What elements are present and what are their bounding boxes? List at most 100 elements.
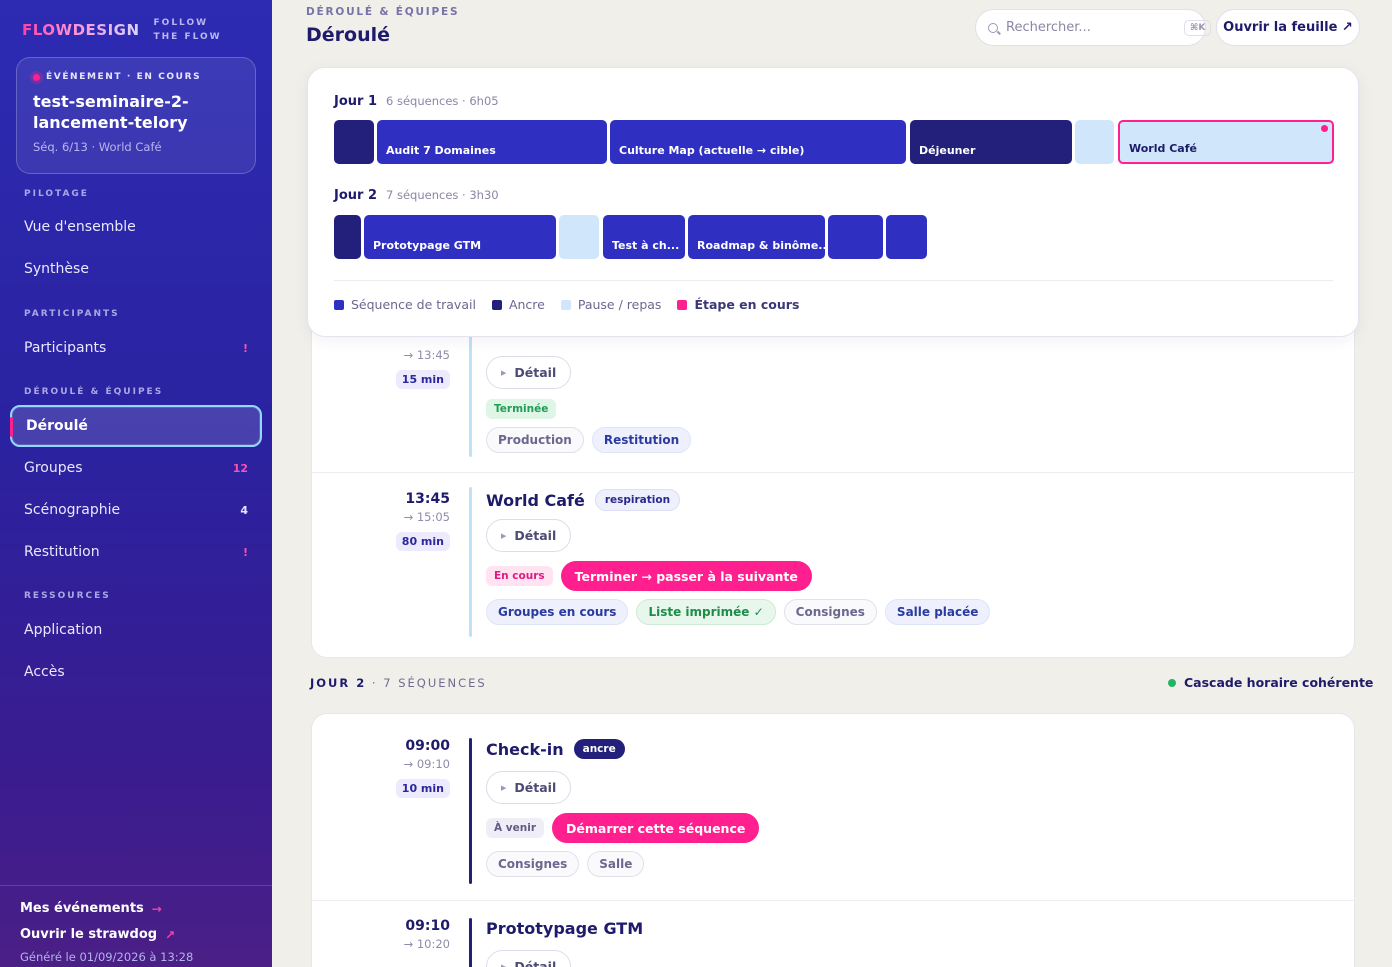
nav-section-pilotage: PILOTAGE (24, 189, 89, 199)
swatch (491, 299, 502, 310)
block-label: Audit 7 Domaines (386, 144, 496, 157)
timeline-block[interactable]: Culture Map (actuelle → cible) (610, 120, 906, 164)
detail-label: Détail (514, 780, 557, 795)
sidebar: FLOWDESIGN FOLLOW THE FLOW ÉVÉNEMENT · E… (0, 0, 272, 967)
detail-button[interactable]: ▶ Détail (486, 771, 572, 804)
sequence-title: Check-in ancre (486, 737, 759, 761)
end-time: → 15:05 (403, 510, 450, 524)
sidebar-item-deroule[interactable]: Déroulé (10, 405, 262, 447)
event-sequence: Séq. 6/13 · World Café (33, 140, 162, 154)
sequence-row: 09:00 → 09:10 10 min Check-in ancre ▶ Dét… (312, 714, 1355, 900)
timeline-block[interactable] (334, 215, 361, 259)
chip[interactable]: Salle (587, 851, 645, 877)
timeline-block[interactable] (1075, 120, 1114, 164)
duration-badge: 80 min (395, 532, 450, 551)
sidebar-item-label: Scénographie (24, 502, 121, 518)
chip[interactable]: Production (486, 427, 584, 453)
sidebar-item-label: Participants (24, 340, 107, 356)
timeline-block-current[interactable]: World Café (1118, 120, 1334, 164)
block-label: Prototypage GTM (373, 239, 482, 252)
link-label: Ouvrir le strawdog (20, 927, 158, 942)
sidebar-item-label: Déroulé (26, 418, 88, 434)
sidebar-item-vue-ensemble[interactable]: Vue d'ensemble (10, 206, 262, 248)
sidebar-item-scenographie[interactable]: Scénographie 4 (10, 489, 262, 531)
timeline-rail (469, 321, 472, 457)
legend-item: Étape en cours (677, 297, 799, 312)
timeline-block[interactable] (334, 120, 374, 164)
nav-section-deroule: DÉROULÉ & ÉQUIPES (24, 387, 164, 397)
timeline-block[interactable]: Roadmap & binôme... (688, 215, 825, 259)
sidebar-item-application[interactable]: Application (10, 609, 262, 651)
page-title: Déroulé (306, 24, 391, 46)
sidebar-item-restitution[interactable]: Restitution ! (10, 531, 262, 573)
count-badge: 4 (240, 503, 248, 517)
end-time: → 13:45 (403, 348, 450, 362)
open-sheet-button[interactable]: Ouvrir la feuille ↗ (1216, 9, 1360, 46)
sidebar-item-participants[interactable]: Participants ! (10, 327, 262, 369)
link-label: Mes événements (20, 901, 144, 916)
sequence-row-current: 13:45 → 15:05 80 min World Café respirat… (312, 473, 1355, 659)
time-column: 09:10 → 10:20 (312, 918, 450, 951)
sidebar-item-synthese[interactable]: Synthèse (10, 248, 262, 290)
time-column: → 13:45 15 min (312, 345, 450, 389)
external-link-icon: ↗ (165, 927, 176, 942)
start-time: 09:00 (405, 738, 450, 754)
chip[interactable]: Liste imprimée ✓ (636, 599, 776, 625)
duration-badge: 15 min (395, 370, 450, 389)
current-event-card[interactable]: ÉVÉNEMENT · EN COURS test-seminaire-2-la… (16, 57, 256, 174)
start-sequence-button[interactable]: Démarrer cette séquence (552, 813, 760, 843)
triangle-right-icon: ▶ (501, 962, 507, 967)
finish-next-button[interactable]: Terminer → passer à la suivante (560, 561, 812, 591)
mes-evenements-link[interactable]: Mes événements → (20, 901, 252, 916)
end-time: → 10:20 (403, 937, 450, 951)
block-label: Déjeuner (919, 144, 976, 157)
sequence-tag: ancre (573, 739, 625, 759)
triangle-right-icon: ▶ (501, 783, 507, 792)
timeline-block[interactable] (828, 215, 883, 259)
search-box[interactable]: ⌘K (975, 9, 1212, 46)
sidebar-item-acces[interactable]: Accès (10, 651, 262, 693)
sidebar-footer: Mes événements → Ouvrir le strawdog ↗ Gé… (0, 885, 272, 964)
sidebar-item-label: Synthèse (24, 261, 89, 277)
detail-button[interactable]: ▶ Détail (486, 519, 572, 552)
search-input[interactable] (1006, 20, 1176, 35)
swatch (560, 299, 571, 310)
detail-label: Détail (514, 365, 557, 380)
timeline-block[interactable]: Test à ch... (603, 215, 685, 259)
sidebar-item-label: Accès (24, 664, 65, 680)
timeline-block[interactable] (886, 215, 927, 259)
timeline-block[interactable]: Prototypage GTM (364, 215, 556, 259)
day2-section-header: JOUR 2 · 7 SÉQUENCES (310, 676, 487, 690)
timeline-block[interactable] (559, 215, 599, 259)
strawdog-link[interactable]: Ouvrir le strawdog ↗ (20, 927, 252, 942)
title-text: Prototypage GTM (486, 918, 644, 938)
legend-item: Séquence de travail (334, 297, 476, 312)
sidebar-item-label: Groupes (24, 460, 83, 476)
chip[interactable]: Salle placée (884, 599, 991, 625)
search-icon (988, 22, 998, 33)
timeline-block[interactable]: Audit 7 Domaines (377, 120, 607, 164)
live-dot-icon (33, 73, 40, 81)
block-label: Test à ch... (612, 239, 680, 252)
generated-timestamp: Généré le 01/09/2026 à 13:28 (20, 950, 194, 964)
sidebar-item-groupes[interactable]: Groupes 12 (10, 447, 262, 489)
detail-button[interactable]: ▶ Détail (486, 356, 572, 389)
timeline-block[interactable]: Déjeuner (910, 120, 1072, 164)
sequence-body: ▶ Détail Terminée Production Restitution (486, 356, 692, 453)
chip[interactable]: Consignes (783, 599, 877, 625)
title-text: Check-in (486, 739, 564, 759)
chip[interactable]: Consignes (486, 851, 580, 877)
event-status-label: ÉVÉNEMENT · EN COURS (46, 72, 202, 82)
detail-button[interactable]: ▶ Détail (486, 950, 572, 967)
brand-logo[interactable]: FLOWDESIGN (22, 21, 140, 39)
sequence-title: World Café respiration (486, 488, 990, 512)
arrow-right-icon: → (151, 901, 162, 916)
day-name: Jour 1 (334, 94, 378, 109)
cascade-label: Cascade horaire cohérente (1184, 675, 1374, 690)
chip[interactable]: Restitution (591, 427, 692, 453)
swatch (677, 299, 688, 310)
chip[interactable]: Groupes en cours (486, 599, 629, 625)
current-dot-icon (1321, 125, 1328, 132)
nav-section-participants: PARTICIPANTS (24, 309, 120, 319)
block-label: World Café (1129, 142, 1197, 155)
